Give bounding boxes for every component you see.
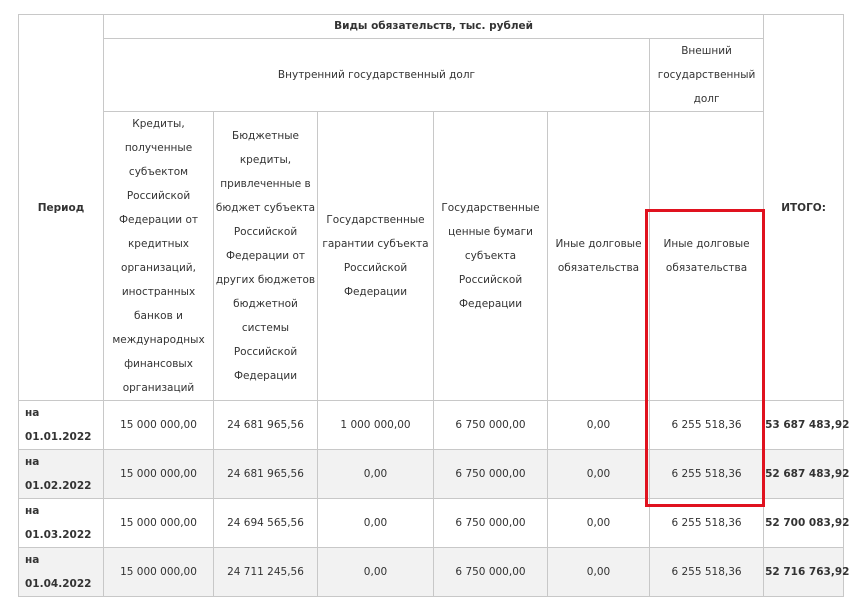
table-cell: 0,00	[547, 498, 650, 548]
table-cell: 6 255 518,36	[648, 449, 765, 499]
table-cell: 15 000 000,00	[103, 547, 214, 597]
table-cell: 24 681 965,56	[213, 449, 318, 499]
row-total: 52 700 083,92	[763, 498, 849, 548]
table-cell: 6 255 518,36	[648, 400, 765, 450]
row-total: 53 687 483,92	[763, 400, 849, 450]
debt-table: Период Виды обязательств, тыс. рублей ИТ…	[18, 14, 849, 597]
column-header-other-internal: Иные долговые обязательства	[547, 111, 650, 401]
table-row: на 01.04.2022 15 000 000,00 24 711 245,5…	[18, 547, 849, 597]
table-cell: 0,00	[547, 449, 650, 499]
column-header-other-external: Иные долговые обязательства	[648, 111, 765, 401]
table-cell: 1 000 000,00	[317, 400, 434, 450]
table-cell: 15 000 000,00	[103, 498, 214, 548]
table-cell: 15 000 000,00	[103, 400, 214, 450]
table-cell: 0,00	[317, 449, 434, 499]
row-period: на 01.03.2022	[18, 498, 104, 548]
period-header: Период	[18, 14, 104, 401]
table-cell: 24 694 565,56	[213, 498, 318, 548]
row-total: 52 716 763,92	[763, 547, 849, 597]
table-title: Виды обязательств, тыс. рублей	[102, 14, 765, 39]
internal-debt-header: Внутренний государственный долг	[103, 38, 650, 112]
column-header-credit-orgs: Кредиты, полученные субъектом Российской…	[103, 111, 214, 401]
row-period: на 01.01.2022	[18, 400, 104, 450]
table-cell: 0,00	[547, 547, 650, 597]
table-row: на 01.03.2022 15 000 000,00 24 694 565,5…	[18, 498, 849, 548]
table-cell: 24 711 245,56	[213, 547, 318, 597]
column-header-guarantees: Государственные гарантии субъекта Россий…	[317, 111, 434, 401]
table-row: на 01.01.2022 15 000 000,00 24 681 965,5…	[18, 400, 849, 450]
table-cell: 15 000 000,00	[103, 449, 214, 499]
table-cell: 6 255 518,36	[648, 498, 765, 548]
row-period: на 01.04.2022	[18, 547, 104, 597]
column-header-budget-credits: Бюджетные кредиты, привлеченные в бюджет…	[213, 111, 318, 401]
table-cell: 6 750 000,00	[433, 449, 548, 499]
table-cell: 6 750 000,00	[433, 498, 548, 548]
table-cell: 0,00	[547, 400, 650, 450]
table-cell: 24 681 965,56	[213, 400, 318, 450]
total-header: ИТОГО:	[763, 14, 845, 401]
table-cell: 0,00	[317, 498, 434, 548]
table-cell: 0,00	[317, 547, 434, 597]
table-cell: 6 255 518,36	[648, 547, 765, 597]
table-cell: 6 750 000,00	[433, 547, 548, 597]
external-debt-header: Внешний государственный долг	[648, 38, 765, 112]
table-row: на 01.02.2022 15 000 000,00 24 681 965,5…	[18, 449, 849, 499]
table-cell: 6 750 000,00	[433, 400, 548, 450]
column-header-securities: Государственные ценные бумаги субъекта Р…	[433, 111, 548, 401]
row-total: 52 687 483,92	[763, 449, 849, 499]
row-period: на 01.02.2022	[18, 449, 104, 499]
